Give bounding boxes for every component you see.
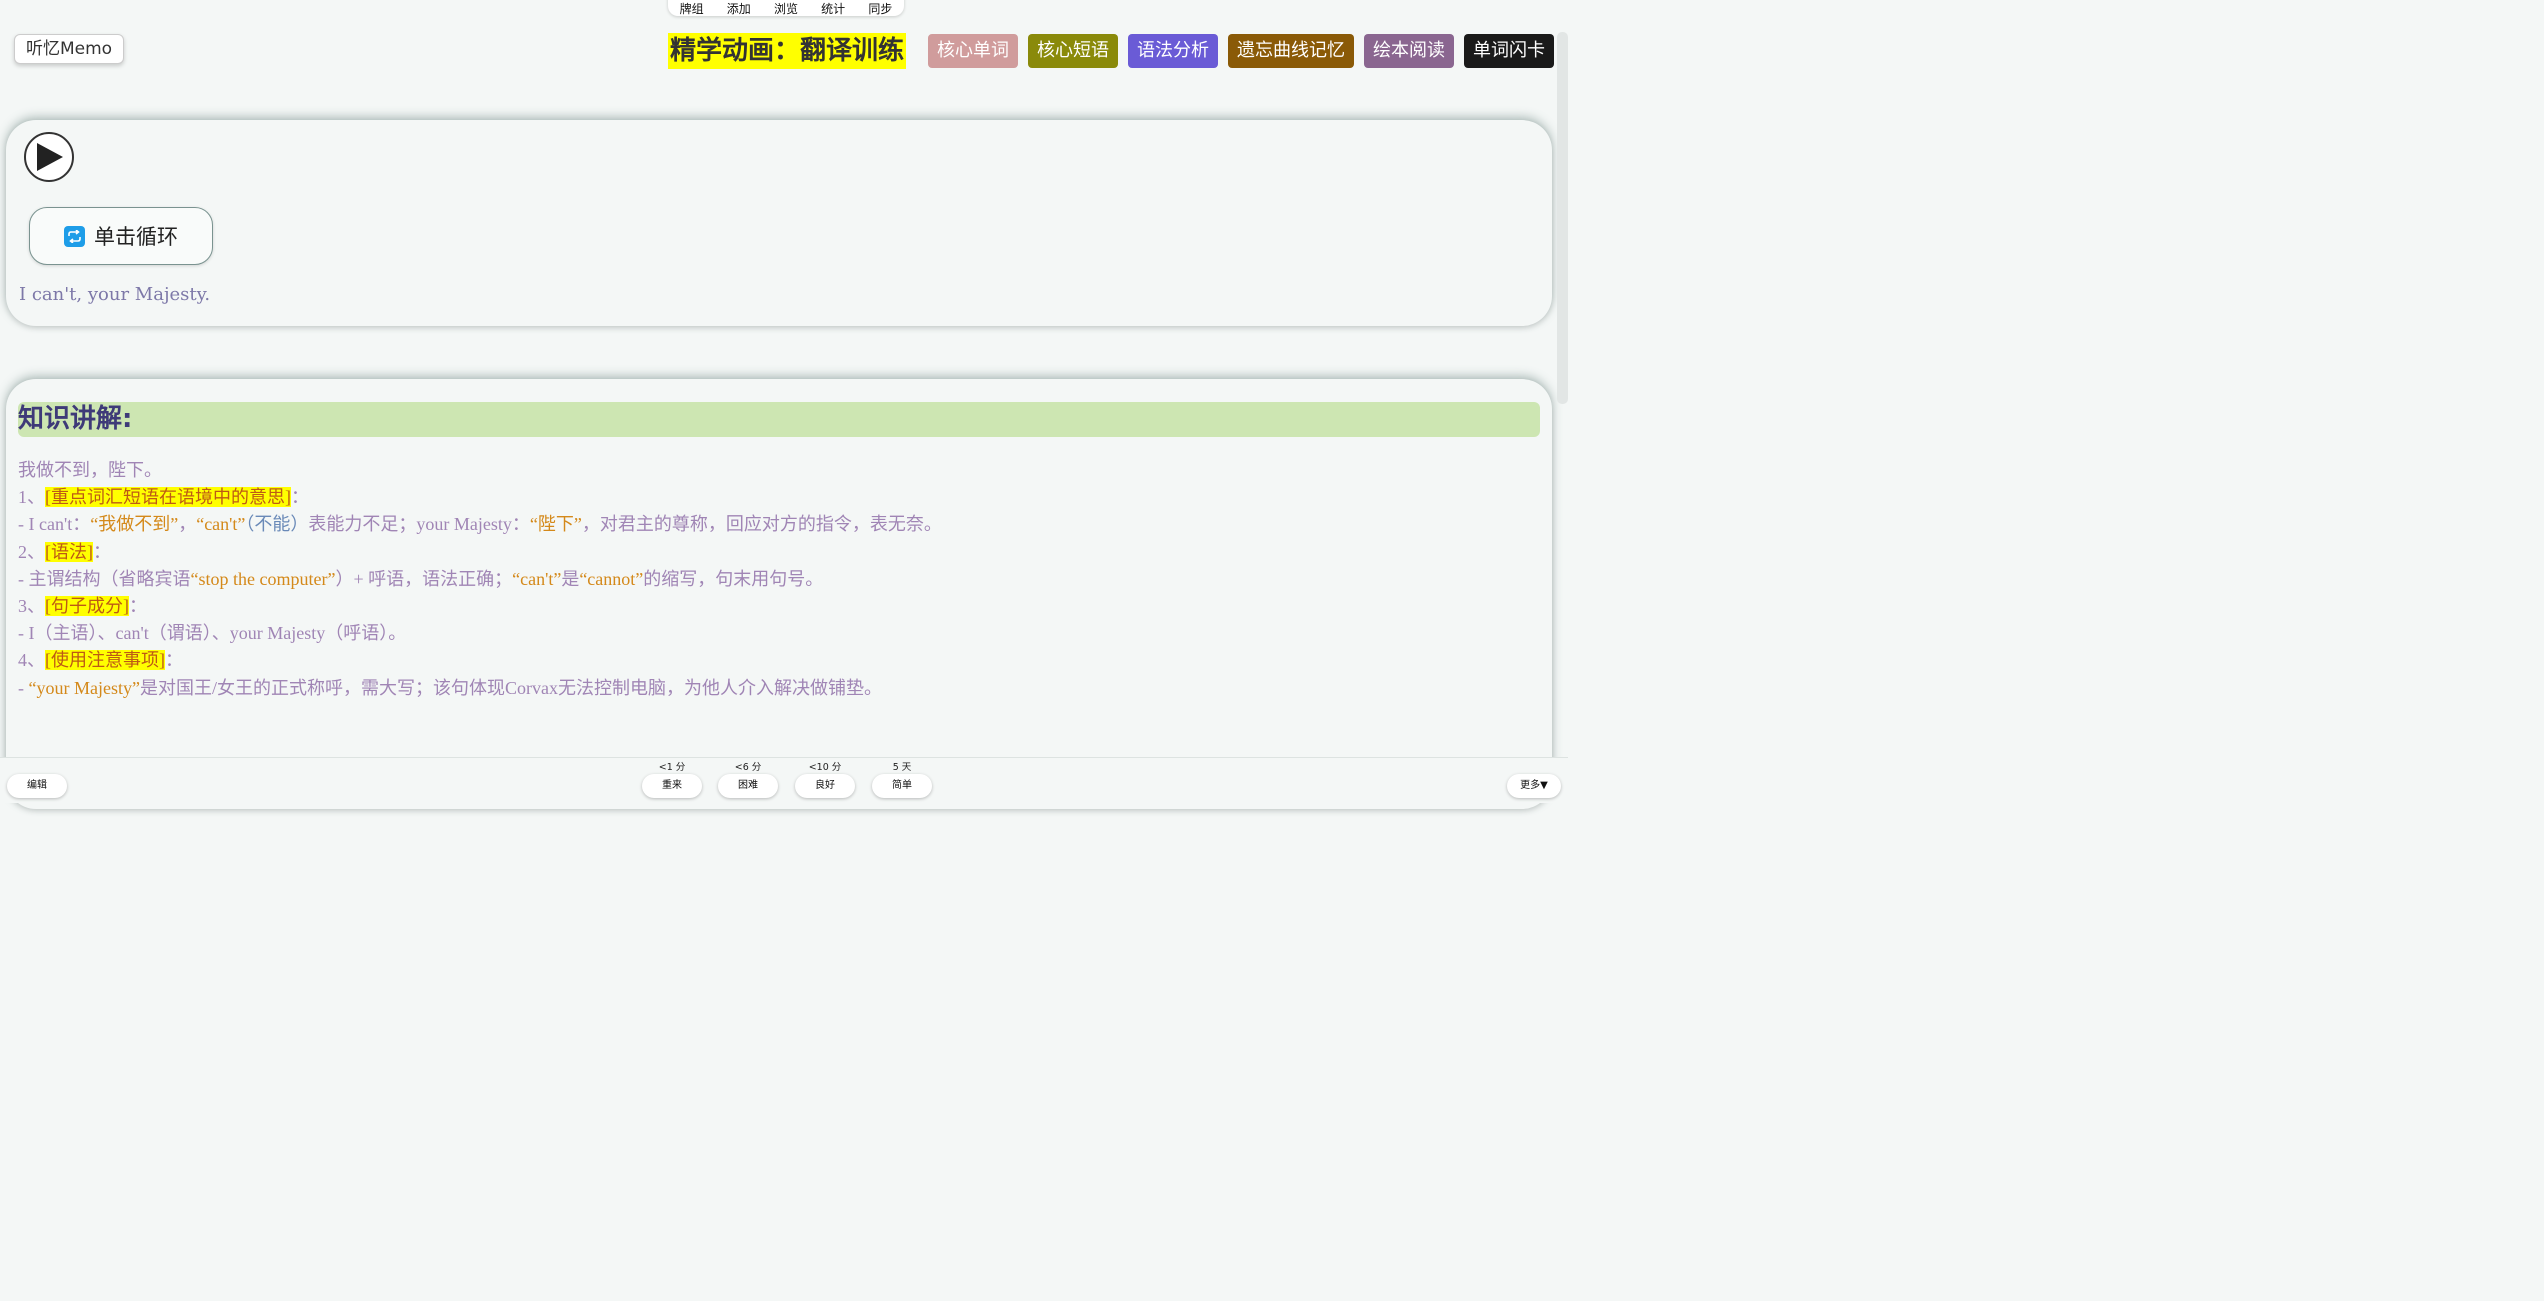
section-1-text: - I can't：“我做不到”，“can't”（不能）表能力不足；your M… (18, 514, 942, 535)
again-button[interactable]: 重来 (642, 774, 702, 798)
page-title: 精学动画：翻译训练 (667, 33, 906, 69)
hard-timer: <6 分 (734, 762, 762, 773)
nav-browse[interactable]: 浏览 (774, 0, 798, 17)
section-1-title: 1、[重点词汇短语在语境中的意思]： (18, 487, 309, 508)
section-2-text: - 主谓结构（省略宾语“stop the computer”）+ 呼语，语法正确… (18, 568, 824, 589)
nav-decks[interactable]: 牌组 (680, 0, 704, 17)
tag-core-phrases[interactable]: 核心短语 (1028, 34, 1118, 68)
section-4-title: 4、[使用注意事项]： (18, 650, 183, 671)
good-timer: <10 分 (808, 762, 842, 773)
easy-button[interactable]: 简单 (872, 774, 932, 798)
tag-picture-book[interactable]: 绘本阅读 (1364, 34, 1454, 68)
translation-line: 我做不到，陛下。 (18, 460, 162, 480)
sentence-text: I can't, your Majesty. (19, 284, 211, 305)
again-timer: <1 分 (658, 762, 686, 773)
knowledge-card: 知识讲解: 我做不到，陛下。 1、[重点词汇短语在语境中的意思]： - I ca… (6, 379, 1552, 809)
loop-label: 单击循环 (94, 225, 178, 249)
nav-add[interactable]: 添加 (727, 0, 751, 17)
good-button[interactable]: 良好 (795, 774, 855, 798)
knowledge-heading: 知识讲解: (18, 402, 1540, 437)
tag-grammar[interactable]: 语法分析 (1128, 34, 1218, 68)
nav-sync[interactable]: 同步 (868, 0, 892, 17)
more-button[interactable]: 更多▼ (1507, 774, 1561, 798)
tag-flashcards[interactable]: 单词闪卡 (1464, 34, 1554, 68)
section-3-title: 3、[句子成分]： (18, 596, 147, 617)
anki-top-nav: 牌组 添加 浏览 统计 同步 (668, 0, 904, 16)
edit-button[interactable]: 编辑 (7, 774, 67, 798)
knowledge-body: 我做不到，陛下。 1、[重点词汇短语在语境中的意思]： - I can't：“我… (18, 457, 942, 702)
tag-core-words[interactable]: 核心单词 (928, 34, 1018, 68)
play-icon (37, 143, 63, 171)
easy-timer: 5 天 (892, 762, 912, 773)
nav-stats[interactable]: 统计 (821, 0, 845, 17)
repeat-icon (64, 225, 85, 247)
loop-button[interactable]: 单击循环 (29, 207, 213, 265)
section-4-text: - “your Majesty”是对国王/女王的正式称呼，需大写；该句体现Cor… (18, 677, 882, 698)
section-2-title: 2、[语法]： (18, 541, 111, 562)
app-logo: 听忆Memo (14, 34, 125, 64)
review-bar: 编辑 <1 分 重来 <6 分 困难 <10 分 良好 5 天 简单 更多▼ (0, 757, 1568, 803)
hard-button[interactable]: 困难 (718, 774, 778, 798)
section-3-text: - I（主语）、can't（谓语）、your Majesty（呼语）。 (18, 623, 407, 644)
play-button[interactable] (24, 132, 74, 182)
feature-menu: 精学动画：翻译训练 核心单词 核心短语 语法分析 遗忘曲线记忆 绘本阅读 单词闪… (667, 33, 1554, 69)
tag-memory-curve[interactable]: 遗忘曲线记忆 (1228, 34, 1354, 68)
scrollbar[interactable] (1557, 32, 1568, 404)
audio-card: 单击循环 I can't, your Majesty. (6, 120, 1552, 326)
